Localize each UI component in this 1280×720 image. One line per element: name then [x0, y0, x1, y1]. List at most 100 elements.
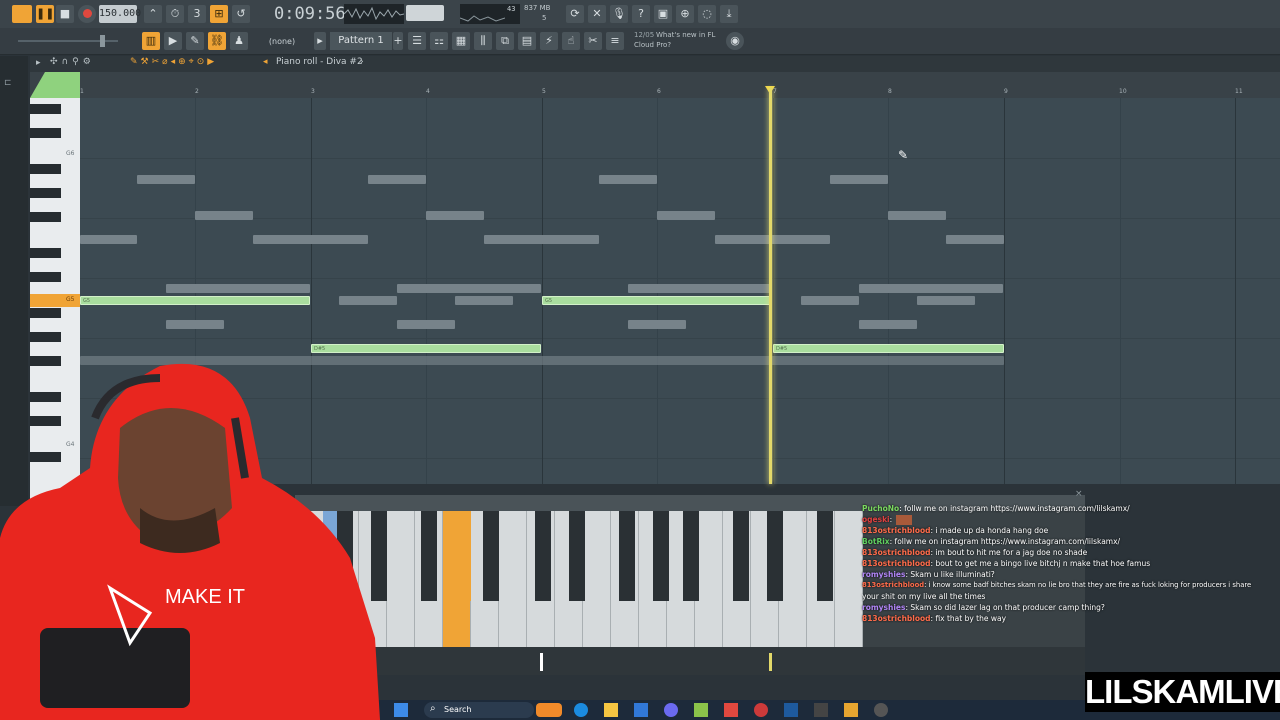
note-ds5[interactable]: D#5 — [773, 344, 1004, 353]
black-key[interactable] — [30, 212, 61, 222]
piano-roll-tools[interactable]: ✣∩⚲⚙ — [50, 57, 95, 67]
black-key[interactable] — [733, 511, 749, 601]
black-key[interactable] — [30, 164, 61, 174]
black-key[interactable] — [817, 511, 833, 601]
app-icon[interactable] — [874, 703, 888, 717]
pattern-add-icon[interactable]: + — [393, 32, 403, 50]
save-icon[interactable]: ▣ — [654, 5, 672, 23]
windows-start-icon[interactable] — [394, 703, 408, 717]
brave-icon[interactable] — [724, 703, 738, 717]
chat-bubble-icon[interactable]: ◌ — [698, 5, 716, 23]
hoodie-text: MAKE IT — [165, 586, 246, 608]
plugin-db-icon[interactable]: ▤ — [518, 32, 536, 50]
edge-icon[interactable] — [574, 703, 588, 717]
discord-icon[interactable] — [664, 703, 678, 717]
stamp-icon[interactable]: ♟ — [230, 32, 248, 50]
pattern-prev-icon[interactable]: ▸ — [314, 32, 326, 50]
browser-toggle-icon[interactable]: ⊏ — [4, 78, 12, 88]
piano-roll-icon[interactable]: ⚏ — [430, 32, 448, 50]
download-icon[interactable]: ⤓ — [720, 5, 738, 23]
playlist-icon[interactable]: ☰ — [408, 32, 426, 50]
link-icon[interactable]: ⛓ — [208, 32, 226, 50]
browser-icon[interactable]: ⧉ — [496, 32, 514, 50]
black-key[interactable] — [30, 188, 61, 198]
snap-selector[interactable]: (none) — [262, 35, 302, 49]
taskbar-widget-icon[interactable] — [536, 703, 562, 717]
pause-button[interactable]: ❚❚ — [36, 5, 54, 23]
wait-input-icon[interactable]: ⏱ — [166, 5, 184, 23]
notes-icon[interactable]: ≡ — [606, 32, 624, 50]
news-title[interactable]: What's new in FL — [656, 31, 715, 39]
menu-arrow-icon[interactable]: ▸ — [36, 58, 41, 68]
white-key[interactable] — [835, 511, 863, 647]
black-key[interactable] — [653, 511, 669, 601]
ruler-corner[interactable] — [30, 72, 80, 98]
master-volume[interactable] — [406, 5, 444, 21]
song-time-display[interactable]: 0:09:56 — [274, 3, 346, 25]
app-icon[interactable] — [844, 703, 858, 717]
note-g5[interactable]: G5 — [542, 296, 772, 305]
mixer-window-icon[interactable]: ⫼ — [474, 32, 492, 50]
pattern-selector[interactable]: Pattern 1 — [330, 32, 392, 50]
white-key[interactable] — [499, 511, 527, 647]
metronome-icon[interactable]: ⌃ — [144, 5, 162, 23]
plugin-icon[interactable]: ⊕ — [676, 5, 694, 23]
black-key[interactable] — [535, 511, 551, 601]
channel-rack-icon[interactable]: ▦ — [452, 32, 470, 50]
ghost-note — [830, 175, 888, 184]
black-key[interactable] — [767, 511, 783, 601]
help-icon[interactable]: ? — [632, 5, 650, 23]
undo-history-icon[interactable]: ⟳ — [566, 5, 584, 23]
black-key[interactable] — [683, 511, 699, 601]
black-key[interactable] — [30, 272, 61, 282]
online-icon[interactable]: ◉ — [726, 32, 744, 50]
blend-notes-icon[interactable]: ⊞ — [210, 5, 228, 23]
white-key[interactable] — [779, 511, 807, 647]
plug-icon[interactable]: ⚡ — [540, 32, 558, 50]
timeline-ruler[interactable]: 1 2 3 4 5 6 7 8 9 10 11 — [30, 72, 1280, 98]
chat-username: 813ostrichblood — [862, 559, 931, 568]
step-edit-icon[interactable]: ▥ — [142, 32, 160, 50]
note-g5[interactable]: G5 — [80, 296, 310, 305]
black-key[interactable] — [421, 511, 437, 601]
close-icon[interactable]: × — [1075, 489, 1083, 499]
black-key[interactable] — [569, 511, 585, 601]
taskbar-search[interactable]: ⌕ Search — [424, 702, 534, 718]
black-key[interactable] — [30, 128, 61, 138]
edit-tools[interactable]: ✎⚒✂⌀◂⊕⌖⊙▶ — [130, 57, 217, 67]
black-key[interactable] — [30, 332, 61, 342]
pencil-icon[interactable]: ✎ — [186, 32, 204, 50]
black-key[interactable] — [483, 511, 499, 601]
app-icon[interactable] — [814, 703, 828, 717]
mixer-icon[interactable]: ✕ — [588, 5, 606, 23]
black-key-active[interactable] — [455, 511, 471, 601]
fl-studio-icon[interactable] — [694, 703, 708, 717]
tools-icon[interactable]: ✂ — [584, 32, 602, 50]
loop-record-icon[interactable]: ↺ — [232, 5, 250, 23]
white-key[interactable] — [583, 511, 611, 647]
countdown-icon[interactable]: 3 — [188, 5, 206, 23]
note-ds5[interactable]: D#5 — [311, 344, 541, 353]
news-subtitle[interactable]: Cloud Pro? — [634, 41, 671, 49]
piano-roll-title[interactable]: Piano roll - Diva #2 — [276, 57, 363, 67]
folder-icon[interactable] — [604, 703, 618, 717]
white-key[interactable] — [695, 511, 723, 647]
mic-icon[interactable]: 🎙 — [610, 5, 628, 23]
black-key[interactable] — [619, 511, 635, 601]
stop-button[interactable]: ■ — [56, 5, 74, 23]
tempo-display[interactable]: 150.000 — [99, 5, 141, 23]
store-icon[interactable] — [634, 703, 648, 717]
arrow-right-icon[interactable]: ▶ — [164, 32, 182, 50]
record-button[interactable] — [78, 5, 96, 23]
steam-icon[interactable] — [784, 703, 798, 717]
black-key[interactable] — [30, 308, 61, 318]
touch-icon[interactable]: ☝ — [562, 32, 580, 50]
playhead[interactable] — [769, 88, 772, 484]
black-key[interactable] — [30, 248, 61, 258]
obs-icon[interactable] — [754, 703, 768, 717]
black-key[interactable] — [30, 104, 61, 114]
target-arrow-icon[interactable]: ◂ — [263, 57, 268, 67]
white-key[interactable] — [387, 511, 415, 647]
pat-song-toggle[interactable] — [12, 5, 32, 23]
pitch-slider-handle[interactable] — [100, 35, 105, 47]
